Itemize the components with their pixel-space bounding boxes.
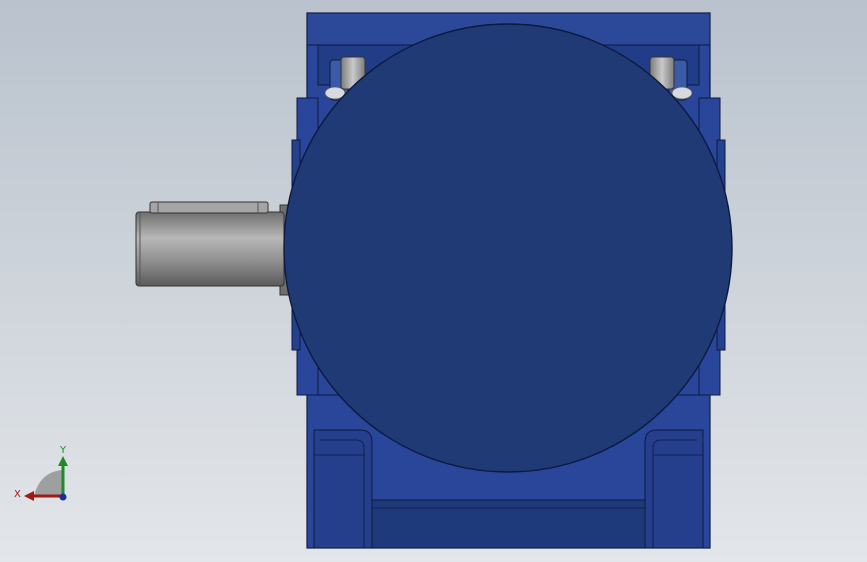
triad-plane-icon — [34, 470, 62, 496]
z-axis-dot — [59, 493, 67, 501]
cad-viewport[interactable] — [0, 0, 867, 562]
right-foot — [644, 429, 704, 549]
y-axis-label: Y — [59, 445, 67, 456]
x-axis-label: X — [14, 489, 21, 500]
output-shaft[interactable] — [135, 201, 293, 296]
left-foot — [313, 429, 373, 549]
shaft-body — [135, 211, 285, 287]
shaft-key — [149, 201, 269, 214]
bottom-recess — [371, 499, 646, 549]
axis-triad: Y X — [14, 445, 68, 501]
motor-cover-disc[interactable] — [283, 23, 733, 473]
